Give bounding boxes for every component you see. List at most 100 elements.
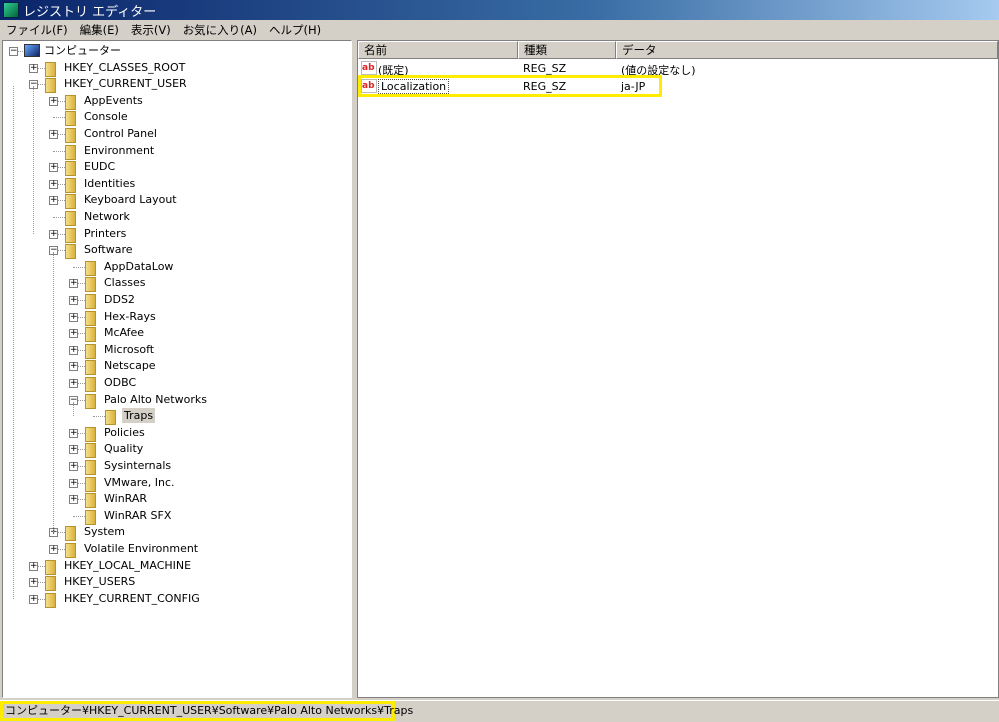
tree-item[interactable]: + Classes [3,275,351,293]
tree-item[interactable]: + HKEY_CLASSES_ROOT [3,60,351,77]
tree-item[interactable]: + System [3,524,351,542]
tree-item-label: VMware, Inc. [104,475,175,489]
column-name[interactable]: 名前 [358,41,518,59]
expand-icon[interactable]: + [69,296,78,305]
string-value-icon: ab [361,61,377,75]
expand-icon[interactable]: + [69,312,78,322]
folder-icon [64,110,78,127]
folder-icon [84,376,98,392]
menu-favorites[interactable]: お気に入り(A) [177,22,263,38]
menu-edit[interactable]: 編集(E) [74,22,125,38]
tree-item-label: Volatile Environment [84,542,199,555]
tree-item[interactable]: + Volatile Environment [3,541,351,558]
tree-item[interactable]: + Identities [3,176,351,193]
tree-item[interactable]: + Control Panel [3,126,351,143]
values-pane[interactable]: 名前 種類 データ ab (既定) REG_SZ (値の設定なし) ab Loc… [357,40,999,698]
column-data[interactable]: データ [616,41,998,59]
tree-item-label: Software [84,243,133,257]
tree-item[interactable]: + AppEvents [3,93,351,110]
tree-item[interactable]: + ODBC [3,375,351,392]
column-type[interactable]: 種類 [518,41,616,59]
tree-item[interactable]: + EUDC [3,159,351,177]
expand-icon[interactable]: + [69,329,78,339]
regedit-icon [3,2,19,18]
menu-file[interactable]: ファイル(F) [0,22,74,38]
tree-guide [13,86,14,599]
tree-item[interactable]: AppDataLow [3,259,351,276]
tree-item[interactable]: + Hex-Rays [3,309,351,326]
key-tree-pane[interactable]: − コンピューター + HKEY_CLASSES_ROOT − HKEY_CURRENT_… [2,40,352,698]
expand-icon[interactable]: + [49,196,58,206]
tree-item-label: Microsoft [104,342,155,356]
folder-icon [84,426,98,442]
tree-item[interactable]: Network [3,209,351,226]
expand-icon[interactable]: + [29,63,38,73]
tree-item-label: Classes [104,276,146,290]
tree-guide [53,252,54,533]
tree-item[interactable]: + HKEY_USERS [3,574,351,592]
expand-icon[interactable]: + [69,478,78,488]
tree-guide [33,86,34,234]
folder-icon [44,77,58,94]
tree-item[interactable]: + Sysinternals [3,458,351,475]
tree-item[interactable]: Traps [3,408,351,426]
folder-icon [64,243,78,260]
tree-item[interactable]: + McAfee [3,325,351,343]
collapse-icon[interactable]: − [9,47,18,56]
expand-icon[interactable]: + [49,229,58,239]
tree-item-label: Palo Alto Networks [104,392,207,406]
tree-item[interactable]: − コンピューター [3,43,351,59]
tree-item-label: Netscape [104,359,156,373]
tree-item[interactable]: + Quality [3,441,351,459]
expand-icon[interactable]: + [29,561,38,571]
tree-item-label: HKEY_USERS [64,575,136,589]
folder-icon [84,492,98,509]
expand-icon[interactable]: + [49,130,58,139]
tree-item[interactable]: + Policies [3,425,351,442]
expand-icon[interactable]: + [49,179,58,189]
tree-item[interactable]: + DDS2 [3,292,351,309]
folder-icon [64,525,78,542]
status-path: コンピューター¥HKEY_CURRENT_USER¥Software¥Palo … [0,701,413,721]
menu-help[interactable]: ヘルプ(H) [263,22,327,38]
expand-icon[interactable]: + [29,578,38,588]
expand-icon[interactable]: + [49,96,58,106]
tree-item[interactable]: Environment [3,143,351,160]
expand-icon[interactable]: + [69,462,78,471]
folder-icon [64,542,78,558]
tree-item[interactable]: + Printers [3,226,351,243]
tree-item[interactable]: + HKEY_LOCAL_MACHINE [3,558,351,575]
expand-icon[interactable]: + [69,445,78,455]
tree-item-label: Console [84,110,128,124]
tree-item[interactable]: + WinRAR [3,491,351,509]
tree-item[interactable]: − HKEY_CURRENT_USER [3,76,351,94]
tree-item[interactable]: Console [3,109,351,127]
folder-icon [44,575,58,592]
tree-item[interactable]: + Netscape [3,358,351,376]
tree-item[interactable]: − Palo Alto Networks [3,392,351,409]
tree-item-label: Network [84,210,130,223]
tree-item-label: WinRAR SFX [104,508,172,522]
expand-icon[interactable]: + [69,362,78,372]
expand-icon[interactable]: + [49,545,58,554]
tree-item[interactable]: + Keyboard Layout [3,192,351,210]
folder-icon [84,509,98,525]
expand-icon[interactable]: + [29,594,38,604]
tree-item-label: System [84,525,126,539]
expand-icon[interactable]: + [69,379,78,388]
tree-item[interactable]: WinRAR SFX [3,508,351,525]
tree-item-label: EUDC [84,160,116,174]
expand-icon[interactable]: + [69,345,78,355]
tree-item[interactable]: + VMware, Inc. [3,475,351,492]
expand-icon[interactable]: + [69,428,78,438]
tree-item[interactable]: + HKEY_CURRENT_CONFIG [3,591,351,608]
expand-icon[interactable]: + [69,495,78,505]
tree-item-label: Sysinternals [104,459,172,472]
tree-item[interactable]: + Microsoft [3,342,351,359]
menu-view[interactable]: 表示(V) [125,22,177,38]
expand-icon[interactable]: + [69,279,78,289]
tree-item[interactable]: − Software [3,242,351,260]
expand-icon[interactable]: + [49,163,58,173]
folder-icon [64,177,78,193]
folder-icon [84,343,98,359]
